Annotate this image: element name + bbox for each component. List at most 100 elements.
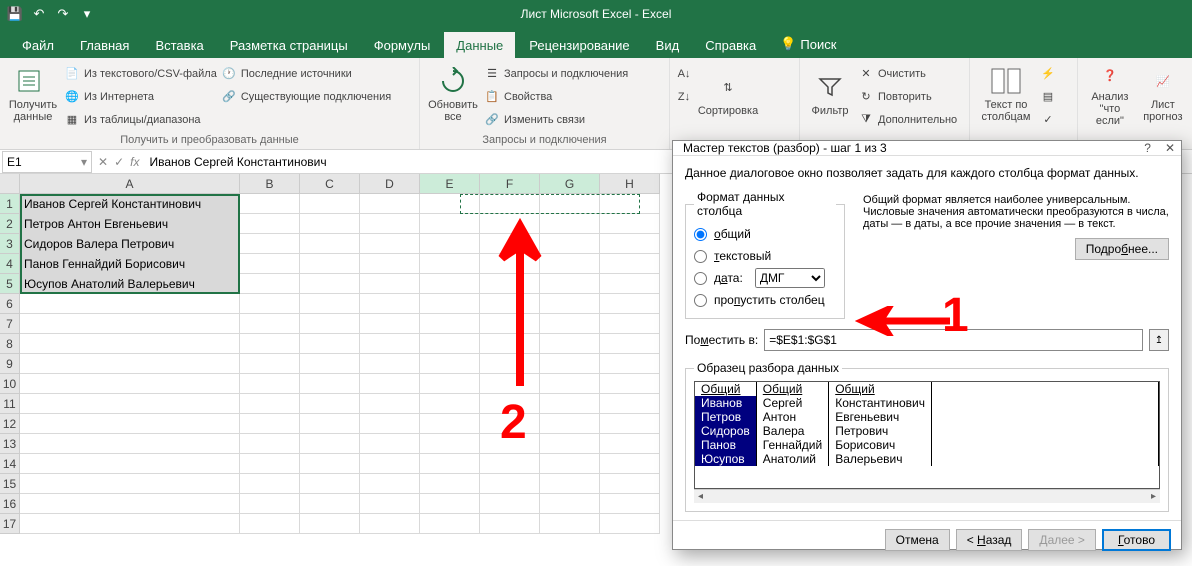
cell[interactable] [240,474,300,494]
cell[interactable] [240,314,300,334]
cell[interactable] [360,374,420,394]
cell[interactable] [420,334,480,354]
cell[interactable] [360,254,420,274]
radio-date[interactable]: дата: ДМГ [694,268,836,288]
cell[interactable] [360,314,420,334]
cell[interactable] [360,294,420,314]
cell[interactable] [420,374,480,394]
tab-file[interactable]: Файл [10,32,66,58]
cell[interactable] [600,414,660,434]
cell[interactable] [360,334,420,354]
cell[interactable] [360,234,420,254]
dialog-titlebar[interactable]: Мастер текстов (разбор) - шаг 1 из 3 ? ✕ [673,141,1181,156]
cell[interactable] [540,514,600,534]
cell[interactable] [20,354,240,374]
cell[interactable] [480,194,540,214]
cell[interactable] [300,474,360,494]
cell[interactable] [540,474,600,494]
cell[interactable]: Панов Геннайдий Борисович [20,254,240,274]
cancel-button[interactable]: Отмена [885,529,950,551]
preview-scrollbar[interactable]: ◂▸ [694,489,1160,503]
cell[interactable] [20,314,240,334]
radio-general[interactable]: общий [694,224,836,244]
flash-fill-button[interactable]: ⚡ [1040,63,1056,84]
sort-button[interactable]: ⇅ Сортировка [696,61,760,127]
cell[interactable] [600,354,660,374]
cell[interactable] [240,394,300,414]
help-icon[interactable]: ? [1144,141,1151,155]
cell[interactable] [600,474,660,494]
cell[interactable] [600,454,660,474]
cell[interactable] [420,234,480,254]
cell[interactable] [540,414,600,434]
cell[interactable] [540,374,600,394]
tab-page-layout[interactable]: Разметка страницы [218,32,360,58]
cell[interactable] [20,334,240,354]
cell[interactable] [420,474,480,494]
edit-links-button[interactable]: 🔗Изменить связи [484,109,628,130]
row-header[interactable]: 2 [0,214,20,234]
cell[interactable] [300,254,360,274]
tab-formulas[interactable]: Формулы [362,32,443,58]
what-if-button[interactable]: ❓ Анализ "что если" [1084,61,1136,127]
redo-icon[interactable]: ↷ [54,5,72,23]
column-header[interactable]: E [420,174,480,194]
cell[interactable] [480,234,540,254]
cell[interactable] [240,354,300,374]
refresh-all-button[interactable]: Обновить все [426,61,480,127]
finish-button[interactable]: Готово [1102,529,1171,551]
cell[interactable] [300,194,360,214]
cell[interactable] [600,394,660,414]
next-button[interactable]: Далее > [1028,529,1096,551]
cell[interactable] [20,514,240,534]
select-all-corner[interactable] [0,174,20,194]
from-table-button[interactable]: ▦Из таблицы/диапазона [64,109,217,130]
queries-connections-button[interactable]: ☰Запросы и подключения [484,63,628,84]
cell[interactable] [300,374,360,394]
cell[interactable] [480,494,540,514]
cell[interactable] [600,314,660,334]
cell[interactable] [240,294,300,314]
cell[interactable] [540,354,600,374]
cell[interactable] [420,454,480,474]
cell[interactable] [300,334,360,354]
cell[interactable] [360,414,420,434]
cell[interactable] [240,334,300,354]
save-icon[interactable]: 💾 [6,5,24,23]
cell[interactable] [600,234,660,254]
cell[interactable] [600,494,660,514]
cell[interactable] [240,454,300,474]
tab-data[interactable]: Данные [444,32,515,58]
cell[interactable] [540,214,600,234]
tab-insert[interactable]: Вставка [143,32,215,58]
cell[interactable] [240,254,300,274]
destination-input[interactable] [764,329,1143,351]
cell[interactable]: Юсупов Анатолий Валерьевич [20,274,240,294]
cell[interactable] [540,194,600,214]
cell[interactable] [480,314,540,334]
sort-desc-button[interactable]: Z↓ [676,86,692,107]
row-header[interactable]: 10 [0,374,20,394]
cell[interactable] [600,274,660,294]
cell[interactable] [240,234,300,254]
cell[interactable] [540,314,600,334]
cell[interactable] [20,394,240,414]
cell[interactable] [420,394,480,414]
cell[interactable] [20,454,240,474]
cell[interactable] [360,434,420,454]
undo-icon[interactable]: ↶ [30,5,48,23]
remove-dup-button[interactable]: ▤ [1040,86,1056,107]
recent-sources-button[interactable]: 🕐Последние источники [221,63,391,84]
row-header[interactable]: 13 [0,434,20,454]
radio-skip[interactable]: пропустить столбец [694,290,836,310]
name-box[interactable]: E1 ▾ [2,151,92,173]
cell[interactable] [300,234,360,254]
cell[interactable] [540,454,600,474]
cell[interactable] [360,394,420,414]
date-format-select[interactable]: ДМГ [755,268,825,288]
cell[interactable] [360,214,420,234]
cell[interactable] [20,474,240,494]
cell[interactable] [600,294,660,314]
cell[interactable] [240,494,300,514]
cell[interactable] [600,514,660,534]
